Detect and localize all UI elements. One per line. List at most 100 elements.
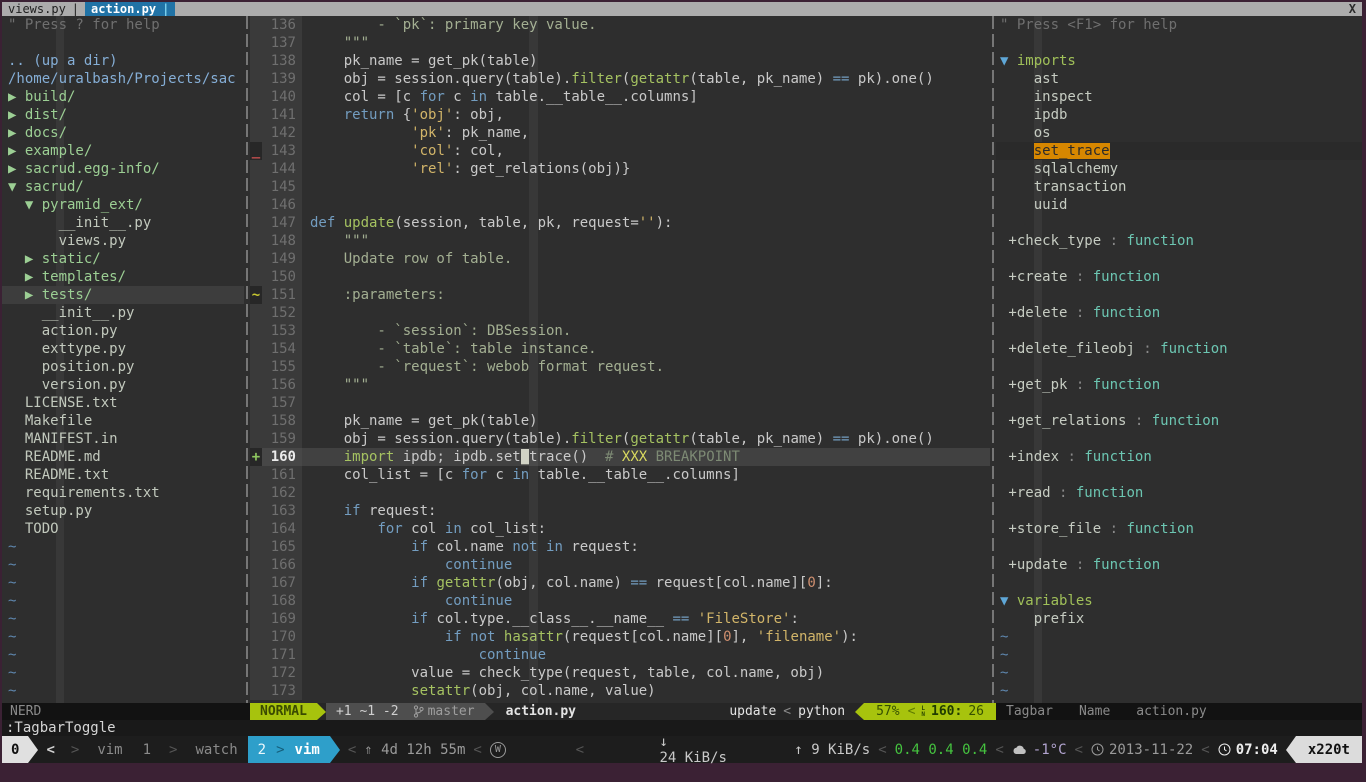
code-line[interactable]: 168 continue [250,592,990,610]
code-line[interactable]: 157 [250,394,990,412]
code-text[interactable]: 'pk': pk_name, [302,124,990,142]
tagbar-item[interactable]: +create : function [996,268,1362,286]
code-text[interactable]: - `table`: table instance. [302,340,990,358]
tree-item[interactable]: MANIFEST.in [2,430,244,448]
code-text[interactable]: 'rel': get_relations(obj)} [302,160,990,178]
code-line[interactable]: 158 pk_name = get_pk(table) [250,412,990,430]
code-line[interactable]: 140 col = [c for c in table.__table__.co… [250,88,990,106]
code-line[interactable]: 149 Update row of table. [250,250,990,268]
tree-item[interactable]: setup.py [2,502,244,520]
code-text[interactable]: """ [302,232,990,250]
code-line[interactable]: +160 import ipdb; ipdb.set_trace() # XXX… [250,448,990,466]
code-text[interactable] [302,196,990,214]
code-line[interactable]: 167 if getattr(obj, col.name) == request… [250,574,990,592]
tree-item[interactable]: ▶ templates/ [2,268,244,286]
code-line[interactable]: 154 - `table`: table instance. [250,340,990,358]
tree-item[interactable]: ▼ sacrud/ [2,178,244,196]
code-text[interactable]: if request: [302,502,990,520]
tagbar-kind-header[interactable]: ▼ imports [996,52,1362,70]
code-text[interactable]: """ [302,34,990,52]
code-text[interactable]: if getattr(obj, col.name) == request[col… [302,574,990,592]
code-text[interactable]: import ipdb; ipdb.set_trace() # XXX BREA… [302,448,990,466]
tree-item[interactable]: requirements.txt [2,484,244,502]
code-text[interactable]: return {'obj': obj, [302,106,990,124]
tagbar-item[interactable]: +delete_fileobj : function [996,340,1362,358]
tagbar-item[interactable]: prefix [996,610,1362,628]
tmux-active-window[interactable]: 2 > vim [247,736,330,763]
code-text[interactable]: for col in col_list: [302,520,990,538]
code-text[interactable]: Update row of table. [302,250,990,268]
code-text[interactable]: continue [302,646,990,664]
tree-item[interactable]: __init__.py [2,214,244,232]
code-text[interactable] [302,484,990,502]
code-line[interactable]: 170 if not hasattr(request[col.name][0],… [250,628,990,646]
tagbar-item[interactable]: +read : function [996,484,1362,502]
code-text[interactable]: 'col': col, [302,142,990,160]
code-text[interactable] [302,178,990,196]
code-line[interactable]: 163 if request: [250,502,990,520]
tagbar-item[interactable]: inspect [996,88,1362,106]
code-line[interactable]: 165 if col.name not in request: [250,538,990,556]
tree-item[interactable]: ▶ dist/ [2,106,244,124]
code-line[interactable]: 171 continue [250,646,990,664]
code-line[interactable]: 153 - `session`: DBSession. [250,322,990,340]
code-line[interactable]: 166 continue [250,556,990,574]
code-text[interactable]: continue [302,556,990,574]
tagbar-item[interactable]: +update : function [996,556,1362,574]
tree-item[interactable]: README.txt [2,466,244,484]
tagbar-item[interactable]: os [996,124,1362,142]
tree-item[interactable]: ▶ sacrud.egg-info/ [2,160,244,178]
tagbar-item[interactable]: +get_pk : function [996,376,1362,394]
tagbar-item[interactable]: ipdb [996,106,1362,124]
code-line[interactable]: 150 [250,268,990,286]
tree-item[interactable]: TODO [2,520,244,538]
code-text[interactable]: if col.type.__class__.__name__ == 'FileS… [302,610,990,628]
tree-item[interactable]: action.py [2,322,244,340]
code-line[interactable]: 141 return {'obj': obj, [250,106,990,124]
code-line[interactable]: 147 def update(session, table, pk, reques… [250,214,990,232]
tree-item[interactable]: ▶ static/ [2,250,244,268]
code-line[interactable]: 136 - `pk`: primary key value. [250,16,990,34]
tmux-window[interactable]: vim [87,742,132,758]
code-line[interactable]: 162 [250,484,990,502]
tree-item[interactable]: ▶ docs/ [2,124,244,142]
code-text[interactable]: :parameters: [302,286,990,304]
code-text[interactable]: - `pk`: primary key value. [302,16,990,34]
tagbar-item[interactable]: ast [996,70,1362,88]
tagbar-item[interactable]: +delete : function [996,304,1362,322]
tree-item[interactable]: README.md [2,448,244,466]
code-text[interactable]: - `request`: webob format request. [302,358,990,376]
tagbar-item[interactable]: sqlalchemy [996,160,1362,178]
tree-item[interactable]: ▶ example/ [2,142,244,160]
tmux-window[interactable]: 1 [133,742,161,758]
code-line[interactable]: 169 if col.type.__class__.__name__ == 'F… [250,610,990,628]
tree-item[interactable]: ▶ build/ [2,88,244,106]
code-text[interactable]: pk_name = get_pk(table) [302,412,990,430]
code-text[interactable]: pk_name = get_pk(table) [302,52,990,70]
tree-item[interactable]: __init__.py [2,304,244,322]
code-text[interactable]: - `session`: DBSession. [302,322,990,340]
nerdtree-up-dir[interactable]: .. (up a dir) [2,52,244,70]
tree-item[interactable]: views.py [2,232,244,250]
tree-item[interactable]: version.py [2,376,244,394]
code-text[interactable]: value = check_type(request, table, col.n… [302,664,990,682]
tagbar-item[interactable]: +check_type : function [996,232,1362,250]
code-text[interactable]: if col.name not in request: [302,538,990,556]
code-line[interactable]: 155 - `request`: webob format request. [250,358,990,376]
code-line[interactable]: 159 obj = session.query(table).filter(ge… [250,430,990,448]
code-line[interactable]: 164 for col in col_list: [250,520,990,538]
code-text[interactable]: obj = session.query(table).filter(getatt… [302,70,990,88]
tab-action-py[interactable]: action.py | [85,2,176,16]
tree-item[interactable]: ▼ pyramid_ext/ [2,196,244,214]
tagbar-item[interactable]: +store_file : function [996,520,1362,538]
code-editor-pane[interactable]: 136 - `pk`: primary key value. 137 """ 138… [250,16,990,703]
tagbar-item[interactable]: uuid [996,196,1362,214]
code-line[interactable]: _ 143 'col': col, [250,142,990,160]
code-line[interactable]: 139 obj = session.query(table).filter(ge… [250,70,990,88]
code-line[interactable]: 161 col_list = [c for c in table.__table… [250,466,990,484]
code-line[interactable]: 172 value = check_type(request, table, c… [250,664,990,682]
code-line[interactable]: 137 """ [250,34,990,52]
tagbar-pane[interactable]: " Press <F1> for help ▼ imports ast inspe… [996,16,1362,703]
tree-item[interactable]: exttype.py [2,340,244,358]
tree-item[interactable]: ▶ tests/ [2,286,244,304]
